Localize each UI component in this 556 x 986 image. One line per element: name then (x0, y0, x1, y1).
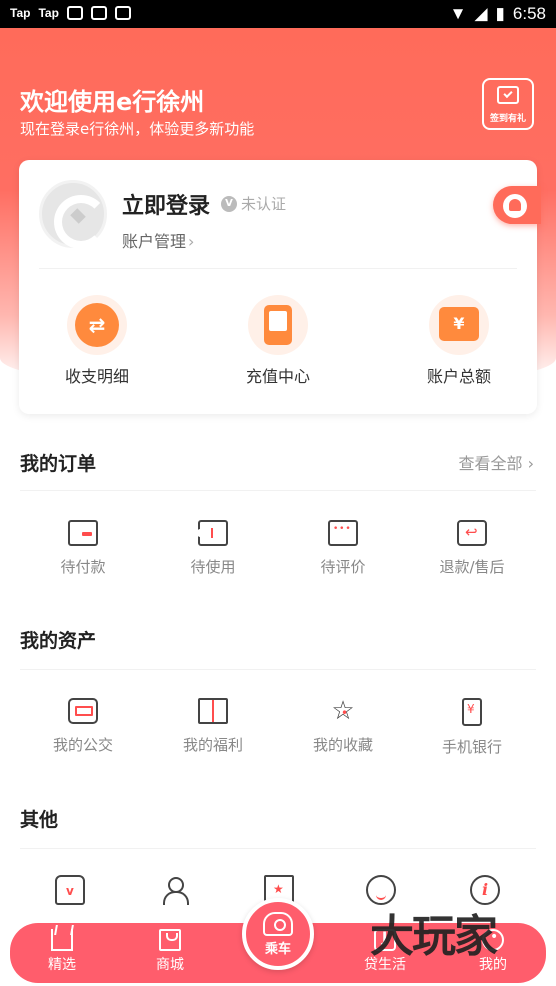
asset-item-label: 手机银行 (441, 738, 502, 756)
other-section-title: 其他 (20, 809, 59, 831)
verified-v-icon: V (221, 195, 237, 212)
signin-reward-button[interactable]: 签到有礼 (482, 78, 534, 130)
account-manage-label: 账户管理 (122, 232, 187, 251)
asset-my-favorites[interactable]: ☆ 我的收藏 (288, 698, 398, 755)
signin-reward-label: 签到有礼 (489, 114, 526, 124)
quick-action-label: 账户总额 (426, 367, 491, 386)
gift-icon (198, 698, 228, 724)
bus-ride-icon (263, 912, 293, 936)
notification-app-icon (66, 6, 83, 20)
mobile-bank-icon (462, 698, 482, 726)
quick-action-label: 收支明细 (64, 367, 129, 386)
exchange-icon: ⇄ (75, 303, 119, 347)
verify-status-label: 未认证 (241, 195, 287, 213)
refund-icon (457, 520, 487, 546)
bus-icon (68, 698, 98, 724)
welcome-title: 欢迎使用e行徐州 (20, 88, 205, 116)
card-icon (68, 520, 98, 546)
view-all-label: 查看全部 (458, 454, 523, 473)
divider (20, 669, 536, 670)
quick-action-label: 充值中心 (245, 367, 310, 386)
crown-icon (51, 929, 73, 951)
account-manage-link[interactable]: 账户管理 › (122, 228, 194, 252)
chevron-right-icon: › (188, 232, 195, 251)
asset-mobile-bank[interactable]: 手机银行 (417, 698, 527, 757)
order-item-label: 待付款 (60, 558, 106, 576)
battery-icon: ▮ (495, 4, 505, 23)
card-divider (39, 268, 517, 269)
order-to-use[interactable]: 待使用 (158, 520, 268, 577)
asset-my-welfare[interactable]: 我的福利 (158, 698, 268, 755)
tab-featured[interactable]: 精选 (22, 929, 102, 974)
person-icon[interactable] (160, 875, 190, 905)
shopping-bag-icon (159, 929, 181, 951)
avatar[interactable] (39, 180, 108, 249)
notification-button[interactable] (493, 186, 541, 224)
calendar-check-icon (497, 86, 519, 104)
chevron-right-icon: › (527, 454, 534, 473)
tab-label: 商城 (156, 957, 184, 973)
notification-mail-icon (90, 6, 107, 20)
assets-section-title: 我的资产 (20, 630, 97, 652)
comment-icon (328, 520, 358, 546)
tab-label: 乘车 (264, 942, 291, 957)
clock-time: 6:58 (512, 4, 546, 23)
tab-ride[interactable]: 乘车 (242, 898, 314, 970)
wifi-icon: ▼ (449, 4, 467, 23)
login-button[interactable]: 立即登录 (122, 188, 210, 220)
view-all-orders-link[interactable]: 查看全部 › (458, 450, 534, 474)
orders-section-title: 我的订单 (20, 453, 97, 475)
status-bar: Tap Tap ▼ ◢ ▮ 6:58 (0, 0, 556, 28)
divider (20, 848, 536, 849)
signal-icon: ◢ (474, 4, 488, 23)
welcome-subtitle: 现在登录e行徐州，体验更多新功能 (20, 120, 255, 138)
star-icon: ☆ (328, 698, 358, 726)
asset-item-label: 我的福利 (182, 736, 243, 754)
notification-a-icon (114, 6, 131, 20)
quick-action-balance[interactable]: ¥ 账户总额 (399, 295, 519, 387)
divider (20, 490, 536, 491)
asset-my-bus[interactable]: 我的公交 (28, 698, 138, 755)
order-item-label: 退款/售后 (439, 558, 505, 576)
order-to-review[interactable]: 待评价 (288, 520, 398, 577)
ticket-icon (197, 520, 228, 546)
wallet-yen-icon: ¥ (439, 307, 479, 341)
tab-label: 精选 (48, 957, 76, 973)
order-refund[interactable]: 退款/售后 (417, 520, 527, 577)
quick-action-recharge[interactable]: 充值中心 (218, 295, 338, 387)
store-icon[interactable] (55, 875, 85, 905)
order-item-label: 待评价 (320, 558, 366, 576)
quick-action-income-expense[interactable]: ⇄ 收支明细 (37, 295, 157, 387)
tab-mall[interactable]: 商城 (130, 929, 210, 974)
order-item-label: 待使用 (190, 558, 236, 576)
order-pending-payment[interactable]: 待付款 (28, 520, 138, 577)
account-card: 立即登录 V 未认证 账户管理 › ⇄ 收支明细 充值中心 ¥ 账户总额 (19, 160, 541, 414)
asset-item-label: 我的公交 (52, 736, 113, 754)
app-notification-tap-1: Tap (10, 6, 31, 20)
asset-item-label: 我的收藏 (312, 736, 373, 754)
bell-icon (503, 194, 527, 218)
watermark: 大玩家 (370, 911, 498, 962)
app-notification-tap-2: Tap (38, 6, 59, 20)
verify-status: V 未认证 (221, 193, 286, 214)
phone-card-icon (264, 305, 292, 345)
